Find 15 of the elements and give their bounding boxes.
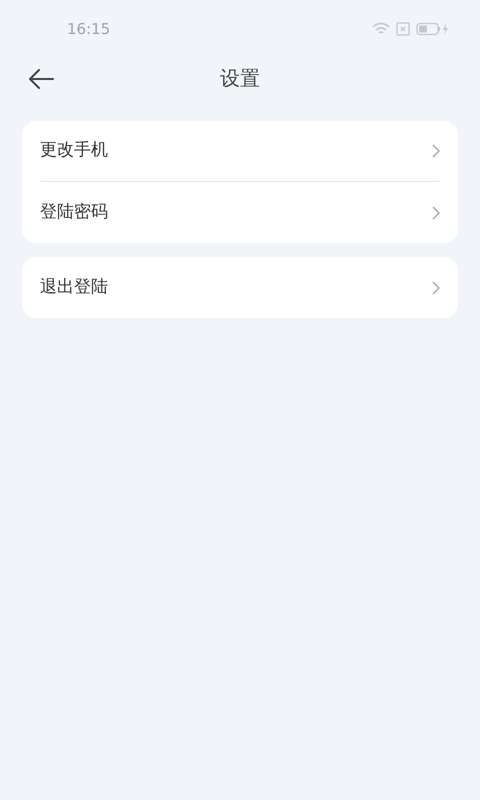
row-label: 退出登陆 (40, 276, 108, 299)
status-time: 16:15 (67, 18, 110, 40)
wifi-icon (372, 22, 390, 36)
back-arrow-icon (28, 69, 54, 89)
page-title: 设置 (220, 65, 260, 92)
row-label: 登陆密码 (40, 200, 108, 224)
settings-row[interactable]: 登陆密码 (40, 182, 440, 243)
chevron-right-icon (432, 144, 440, 158)
settings-row[interactable]: 更改手机 (40, 121, 440, 182)
battery-charging-icon (416, 22, 448, 36)
chevron-right-icon (432, 206, 440, 220)
chevron-right-icon (432, 280, 440, 294)
row-label: 更改手机 (40, 139, 108, 162)
settings-row[interactable]: 退出登陆 (40, 257, 440, 318)
sim-icon (396, 22, 410, 36)
